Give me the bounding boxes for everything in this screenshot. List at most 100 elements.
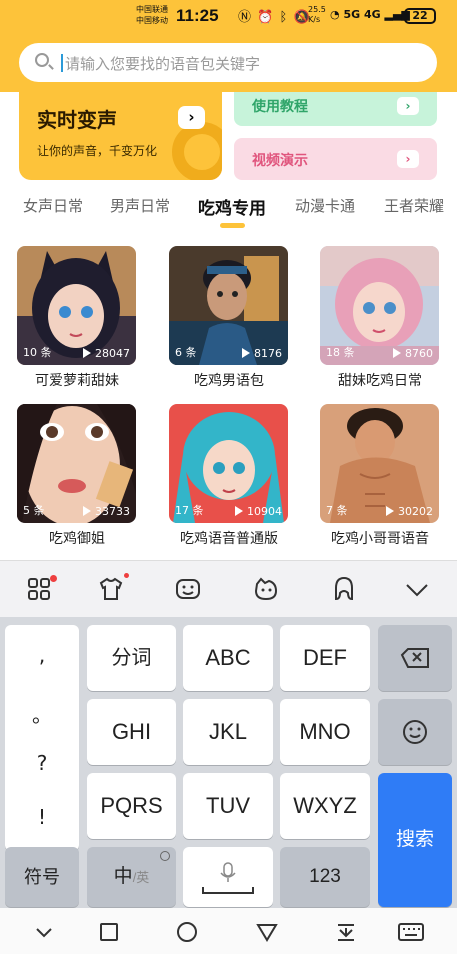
tab-female-daily[interactable]: 女声日常 [23, 195, 83, 216]
play-count-value: 33733 [95, 505, 130, 518]
battery-icon: 22 [404, 8, 436, 24]
realtime-voice-change-banner[interactable]: 实时变声 让你的声音，千变万化 › [19, 92, 222, 180]
key-wxyz[interactable]: WXYZ [280, 773, 370, 839]
key-pqrs[interactable]: PQRS [87, 773, 176, 839]
voice-pack-card[interactable]: 18 条 8760 甜妹吃鸡日常 [320, 246, 439, 390]
tab-pubg[interactable]: 吃鸡专用 [198, 194, 266, 219]
punctuation-column[interactable]: , 。 ? ! [5, 625, 79, 851]
tab-anime[interactable]: 动漫卡通 [295, 195, 355, 216]
search-placeholder: 请输入您要找的语音包关键字 [65, 55, 261, 73]
smiley-icon [403, 720, 427, 744]
carrier-names: 中国联通 中国移动 [136, 4, 168, 26]
pack-title: 甜妹吃鸡日常 [338, 373, 422, 389]
text-cursor [61, 54, 63, 72]
video-demo-button[interactable]: 视频演示 › [234, 138, 437, 180]
status-bar: 中国联通 中国移动 11:25 Ⓝ ⏰ ᛒ 🔕 25.5 K/s ◔ 5G 4G… [0, 0, 457, 34]
back-icon[interactable] [255, 920, 279, 944]
punct-comma[interactable]: , [5, 643, 79, 667]
clip-count: 5 条 [23, 504, 45, 517]
play-icon [386, 506, 394, 516]
active-tab-indicator [220, 223, 245, 228]
clip-count: 6 条 [175, 346, 197, 359]
search-input[interactable]: 请输入您要找的语音包关键字 [19, 43, 437, 82]
space-key[interactable] [183, 847, 273, 907]
backspace-icon [400, 648, 429, 668]
apps-grid-icon[interactable] [26, 575, 57, 603]
key-mno[interactable]: MNO [280, 699, 370, 765]
symbol-key[interactable]: 符号 [5, 847, 79, 907]
voice-pack-card[interactable]: 6 条 8176 吃鸡男语包 [169, 246, 288, 390]
banner-decoration [172, 122, 222, 180]
pack-title: 吃鸡小哥哥语音 [331, 531, 429, 547]
play-icon [393, 348, 401, 358]
key-jkl[interactable]: JKL [183, 699, 273, 765]
lang-sub-label: /英 [132, 870, 150, 885]
tab-male-daily[interactable]: 男声日常 [110, 195, 170, 216]
tutorial-label: 使用教程 [252, 99, 308, 115]
search-key[interactable]: 搜索 [378, 773, 452, 907]
play-count: 28047 [83, 347, 130, 360]
play-count-value: 30202 [398, 505, 433, 518]
sticker-icon[interactable] [252, 575, 280, 603]
play-count-value: 28047 [95, 347, 130, 360]
voice-pack-card[interactable]: 7 条 30202 吃鸡小哥哥语音 [320, 404, 439, 548]
keyboard-toolbar [0, 560, 457, 617]
clock: 11:25 [176, 6, 219, 25]
backspace-key[interactable] [378, 625, 452, 691]
voice-pack-card[interactable]: 5 条 33733 吃鸡御姐 [17, 404, 136, 548]
clip-count: 7 条 [326, 504, 348, 517]
collapse-keyboard-icon[interactable] [403, 575, 431, 603]
chevron-right-icon: › [397, 150, 419, 168]
tab-honor-of-kings[interactable]: 王者荣耀 [384, 195, 444, 216]
voice-pack-card[interactable]: 17 条 10904 吃鸡语音普通版 [169, 404, 288, 548]
play-count: 8760 [393, 347, 433, 360]
play-count-value: 8760 [405, 347, 433, 360]
play-icon [235, 506, 243, 516]
net-speed-unit: K/s [308, 15, 321, 24]
emoji-key[interactable] [378, 699, 452, 765]
keyboard-icon[interactable] [398, 920, 424, 944]
recents-icon[interactable] [97, 920, 121, 944]
lang-main-label: 中 [113, 866, 133, 887]
home-icon[interactable] [175, 920, 199, 944]
punct-exclaim[interactable]: ! [5, 805, 79, 829]
net-speed: 25.5 K/s [308, 5, 326, 25]
play-count-value: 8176 [254, 347, 282, 360]
key-ghi[interactable]: GHI [87, 699, 176, 765]
lang-switch-key[interactable]: 中/英 [87, 847, 176, 907]
emoji-face-icon[interactable] [174, 575, 202, 603]
key-fenci[interactable]: 分词 [87, 625, 176, 691]
network-type: 5G 4G [343, 8, 381, 21]
number-key[interactable]: 123 [280, 847, 370, 907]
notification-dot [124, 573, 129, 578]
carrier-2: 中国移动 [136, 16, 168, 25]
wifi-icon: ◔ [330, 8, 340, 21]
pack-thumbnail: 6 条 8176 [169, 246, 288, 365]
clip-count: 18 条 [326, 346, 355, 359]
clip-count: 17 条 [175, 504, 204, 517]
voice-pack-card[interactable]: 10 条 28047 可爱萝莉甜妹 [17, 246, 136, 390]
key-def[interactable]: DEF [280, 625, 370, 691]
tutorial-button[interactable]: 使用教程 › [234, 92, 437, 126]
punct-period[interactable]: 。 [5, 699, 79, 728]
hide-keyboard-icon[interactable] [32, 920, 56, 944]
notification-dot [50, 575, 57, 582]
banner-subtitle: 让你的声音，千变万化 [37, 144, 158, 158]
category-tabs: 女声日常 男声日常 吃鸡专用 动漫卡通 王者荣耀 [0, 190, 457, 230]
pack-title: 吃鸡语音普通版 [180, 531, 278, 547]
alarm-icon: ⏰ [257, 10, 275, 25]
punct-question[interactable]: ? [5, 751, 79, 775]
chevron-right-icon[interactable]: › [178, 106, 205, 129]
globe-icon [160, 851, 170, 861]
nine-key-keyboard: , 。 ? ! 分词 ABC DEF GHI JKL MNO PQRS TUV … [0, 617, 457, 908]
key-abc[interactable]: ABC [183, 625, 273, 691]
skin-shirt-icon[interactable] [97, 573, 129, 603]
notification-pulldown-icon[interactable] [334, 920, 358, 944]
carrier-1: 中国联通 [136, 5, 168, 14]
chevron-right-icon: › [397, 97, 419, 115]
play-count: 10904 [235, 505, 282, 518]
status-icons: Ⓝ ⏰ ᛒ 🔕 [238, 6, 311, 25]
handwriting-icon[interactable] [330, 575, 358, 603]
search-icon [35, 53, 49, 67]
key-tuv[interactable]: TUV [183, 773, 273, 839]
